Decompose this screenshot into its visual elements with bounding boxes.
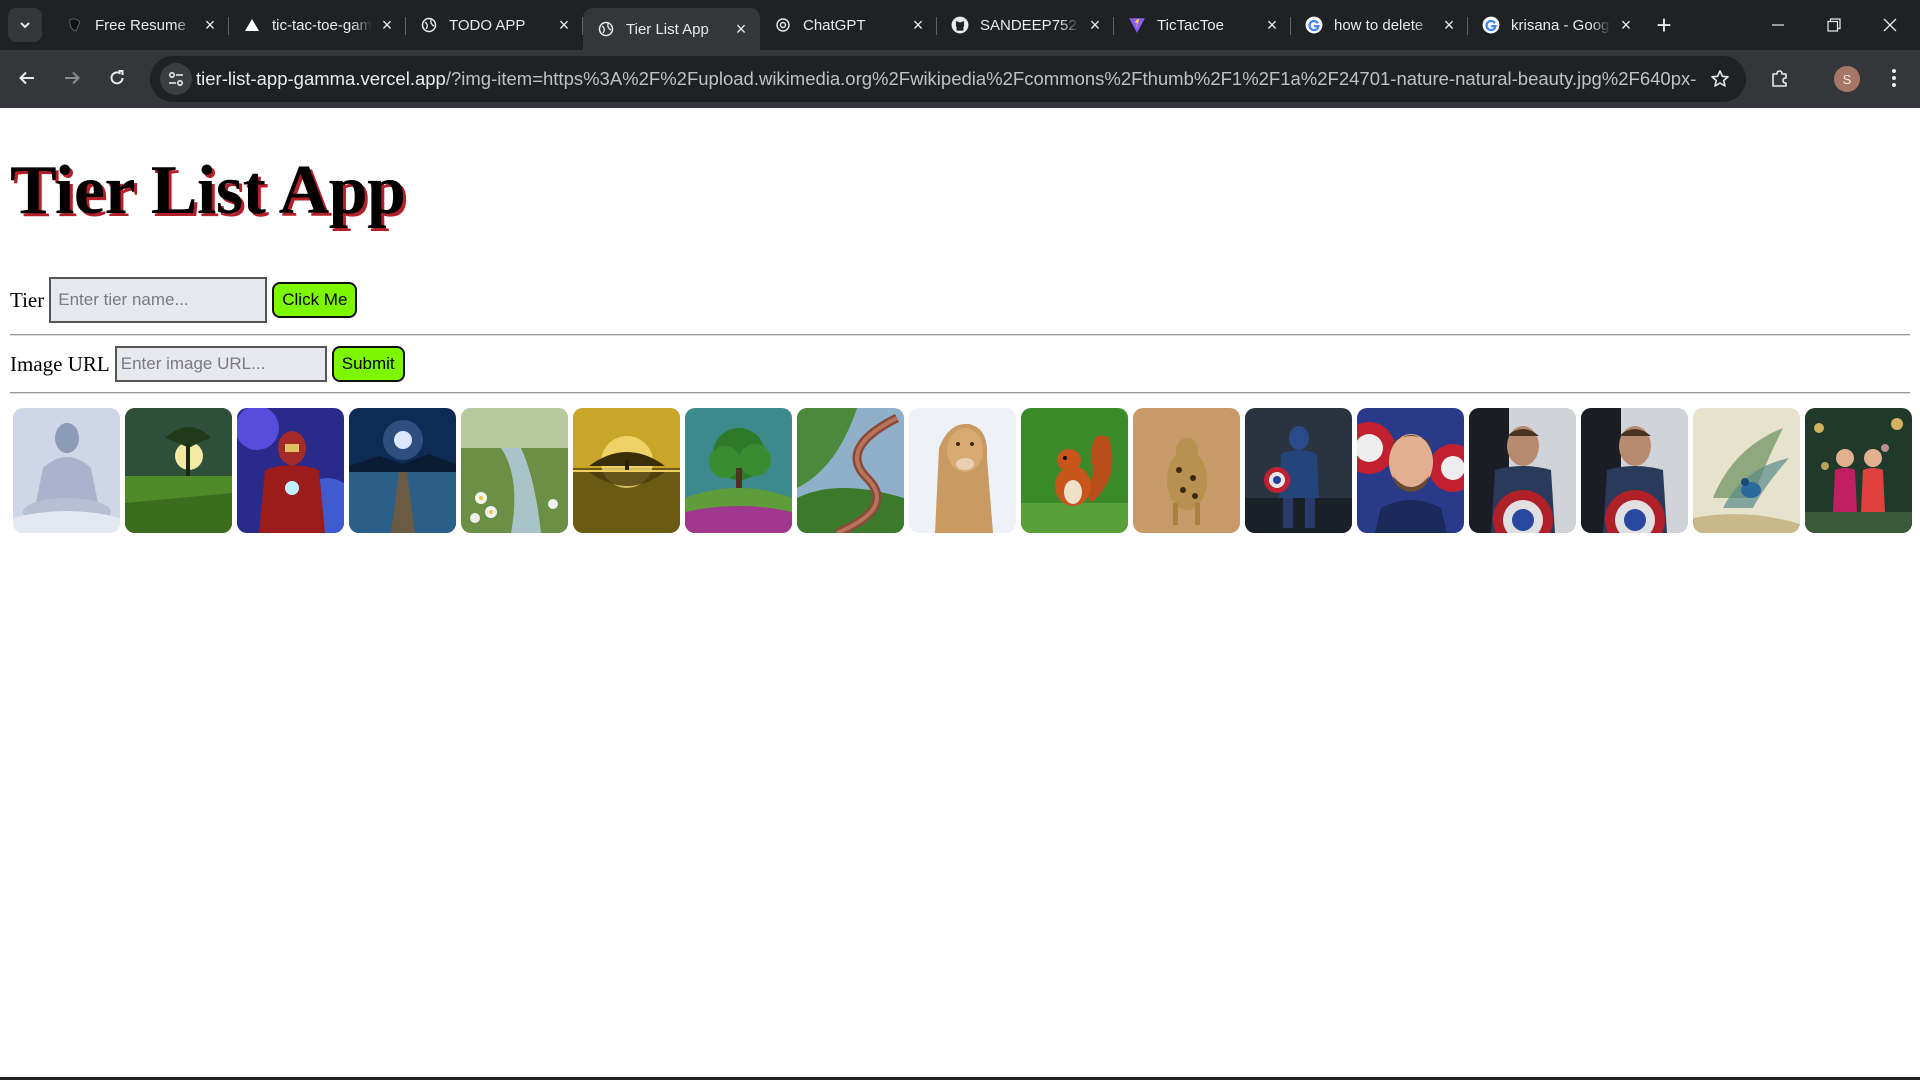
image-item-leopard[interactable]	[1133, 408, 1240, 533]
tab-free-resume[interactable]: Free Resume ×	[52, 8, 229, 42]
globe-icon	[420, 16, 438, 34]
image-pool	[13, 408, 1912, 533]
star-icon	[1711, 70, 1729, 87]
tab-krisana-google[interactable]: krisana - Google ×	[1468, 8, 1645, 42]
vercel-triangle-icon	[243, 16, 261, 34]
puzzle-icon	[1772, 70, 1787, 87]
image-item-peacock[interactable]	[1693, 408, 1800, 533]
tab-title: how to delete	[1334, 16, 1424, 34]
restore-icon	[1827, 18, 1841, 32]
tab-todo-app[interactable]: TODO APP ×	[406, 8, 583, 42]
bookmark-star-button[interactable]	[1708, 67, 1732, 91]
image-item-purple-hill-tree[interactable]	[685, 408, 792, 533]
reload-button[interactable]	[99, 60, 135, 96]
close-icon[interactable]: ×	[1086, 15, 1104, 35]
close-icon[interactable]: ×	[732, 19, 750, 39]
tab-title: tic-tac-toe-game	[272, 16, 372, 34]
new-tab-button[interactable]: +	[1650, 10, 1678, 40]
reload-icon	[110, 70, 124, 85]
chevron-down-icon	[20, 22, 30, 29]
image-item-child-deities[interactable]	[1805, 408, 1912, 533]
close-icon[interactable]: ×	[555, 15, 573, 35]
tab-title: krisana - Google	[1511, 16, 1611, 34]
tab-how-to-delete[interactable]: how to delete ×	[1291, 8, 1468, 42]
url-path: /?img-item=https%3A%2F%2Fupload.wikimedi…	[445, 68, 1696, 89]
arrow-left-icon	[19, 71, 34, 85]
close-icon[interactable]: ×	[1617, 15, 1635, 35]
image-url-input[interactable]	[114, 346, 327, 382]
close-icon[interactable]: ×	[201, 15, 219, 35]
image-item-boardwalk[interactable]	[797, 408, 904, 533]
tab-search-button[interactable]	[8, 8, 42, 42]
google-icon	[1305, 16, 1323, 34]
tab-strip: Free Resume × tic-tac-toe-game × TODO AP…	[0, 0, 1920, 50]
image-item-golden-tree[interactable]	[573, 408, 680, 533]
image-item-moon-lake[interactable]	[349, 408, 456, 533]
tab-chatgpt[interactable]: ChatGPT ×	[760, 8, 937, 42]
vite-icon	[1128, 16, 1146, 34]
close-icon[interactable]: ×	[909, 15, 927, 35]
back-button[interactable]	[9, 60, 45, 96]
openai-icon	[774, 16, 792, 34]
arrow-right-icon	[65, 71, 80, 85]
close-icon[interactable]: ×	[1263, 15, 1281, 35]
image-item-iron-man[interactable]	[237, 408, 344, 533]
tab-tictactoe[interactable]: TicTacToe ×	[1114, 8, 1291, 42]
restore-button[interactable]	[1806, 0, 1862, 50]
image-item-captain-shield-1[interactable]	[1469, 408, 1576, 533]
tab-tier-list-app[interactable]: Tier List App ×	[583, 8, 760, 50]
tab-title: ChatGPT	[803, 16, 866, 34]
minimize-button[interactable]	[1750, 0, 1806, 50]
tab-title: SANDEEP752	[980, 16, 1077, 34]
tab-title: TODO APP	[449, 16, 526, 34]
image-item-captain-america[interactable]	[1245, 408, 1352, 533]
url-host: tier-list-app-gamma.vercel.app	[196, 68, 446, 89]
site-info-button[interactable]	[160, 63, 192, 95]
tier-label: Tier	[10, 287, 45, 312]
submit-image-button[interactable]: Submit	[331, 346, 405, 382]
tab-github[interactable]: SANDEEP752 ×	[937, 8, 1114, 42]
menu-button[interactable]	[1876, 60, 1912, 96]
page-title: Tier List App	[10, 152, 406, 229]
close-window-button[interactable]	[1862, 0, 1918, 50]
tab-title: Free Resume	[95, 16, 186, 34]
image-item-tree-field[interactable]	[125, 408, 232, 533]
image-item-squirrel[interactable]	[1021, 408, 1128, 533]
close-icon	[1883, 18, 1897, 32]
image-item-captain-shield-2[interactable]	[1581, 408, 1688, 533]
close-icon[interactable]: ×	[1440, 15, 1458, 35]
extensions-button[interactable]	[1762, 60, 1798, 96]
forward-button[interactable]	[54, 60, 90, 96]
divider	[10, 334, 1910, 336]
page-content: Tier List App Tier Click Me Image URL Su…	[0, 108, 1920, 1078]
divider	[10, 392, 1910, 394]
image-url-form: Image URL Submit	[10, 346, 405, 382]
profile-avatar[interactable]: S	[1834, 66, 1860, 92]
tab-title: TicTacToe	[1157, 16, 1224, 34]
github-icon	[951, 16, 969, 34]
more-vert-icon	[1892, 69, 1896, 87]
image-item-deity-statue[interactable]	[13, 408, 120, 533]
minimize-icon	[1772, 24, 1784, 26]
google-icon	[1482, 16, 1500, 34]
tier-form: Tier Click Me	[10, 277, 358, 323]
image-item-lioness[interactable]	[909, 408, 1016, 533]
tab-title: Tier List App	[626, 20, 709, 38]
image-url-label: Image URL	[10, 351, 110, 376]
globe-icon	[597, 20, 615, 38]
browser-toolbar: tier-list-app-gamma.vercel.app/?img-item…	[0, 50, 1920, 108]
tier-name-input[interactable]	[49, 277, 268, 323]
tab-list: Free Resume × tic-tac-toe-game × TODO AP…	[52, 8, 1645, 50]
url-text[interactable]: tier-list-app-gamma.vercel.app/?img-item…	[196, 56, 1696, 102]
address-bar[interactable]: tier-list-app-gamma.vercel.app/?img-item…	[150, 56, 1746, 102]
image-item-flower-stream[interactable]	[461, 408, 568, 533]
tune-icon	[168, 71, 184, 87]
resume-logo-icon	[66, 16, 84, 34]
add-tier-button[interactable]: Click Me	[272, 282, 358, 318]
tab-tic-tac-toe[interactable]: tic-tac-toe-game ×	[229, 8, 406, 42]
close-icon[interactable]: ×	[378, 15, 396, 35]
image-item-actor-portrait[interactable]	[1357, 408, 1464, 533]
